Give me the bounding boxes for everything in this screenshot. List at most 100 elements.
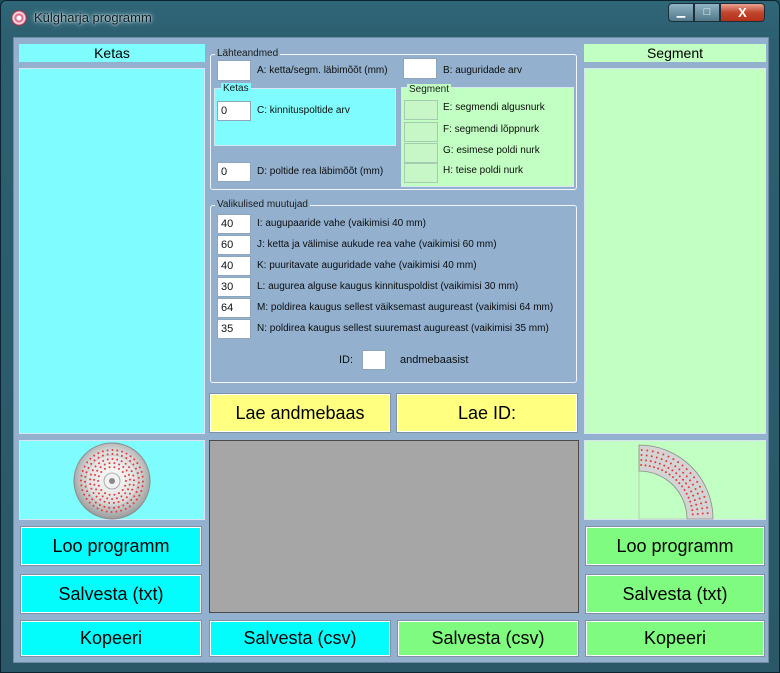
segment-create-program-button[interactable]: Loo programm: [585, 526, 765, 566]
optional-label-2: K: puuritavate auguridade vahe (vaikimis…: [257, 260, 477, 271]
disc-hole: [124, 484, 127, 487]
ketas-header: Ketas: [19, 44, 205, 62]
input-f[interactable]: [404, 122, 438, 142]
disc-hole: [86, 490, 89, 493]
disc-hole: [90, 487, 93, 490]
segment-hole: [693, 476, 696, 479]
segment-save-txt-button[interactable]: Salvesta (txt): [585, 574, 765, 614]
disc-hole: [116, 449, 119, 452]
close-icon: X: [738, 5, 747, 20]
segment-save-csv-button[interactable]: Salvesta (csv): [397, 620, 579, 657]
input-e[interactable]: [404, 100, 438, 120]
disc-hole: [117, 500, 120, 503]
segment-hole: [648, 465, 651, 468]
disc-hole: [86, 461, 89, 464]
close-button[interactable]: X: [720, 3, 765, 22]
segment-hole: [691, 483, 694, 486]
disc-hole: [80, 479, 83, 482]
input-b[interactable]: [403, 58, 437, 79]
load-id-button[interactable]: Lae ID:: [396, 393, 578, 433]
disc-hole: [132, 484, 135, 487]
title-bar[interactable]: Külgharja programm ▁ □ X: [1, 1, 779, 37]
disc-hole: [91, 469, 94, 472]
disc-hole: [89, 457, 92, 460]
disc-hole: [106, 449, 109, 452]
optional-input-4[interactable]: 64: [217, 298, 251, 318]
segment-hole: [657, 467, 660, 470]
disc-hole: [141, 485, 144, 488]
minimize-button[interactable]: ▁: [668, 3, 694, 22]
disc-hole: [97, 492, 100, 495]
input-g[interactable]: [404, 143, 438, 163]
optional-input-1[interactable]: 60: [217, 235, 251, 255]
disc-hole: [127, 488, 130, 491]
load-database-button[interactable]: Lae andmebaas: [209, 393, 391, 433]
ketas-copy-button[interactable]: Kopeeri: [20, 620, 202, 657]
segment-output-box[interactable]: [584, 68, 766, 434]
optional-label-1: J: ketta ja välimise aukude rea vahe (va…: [257, 239, 497, 250]
disc-hole: [122, 504, 125, 507]
optional-input-3[interactable]: 30: [217, 277, 251, 297]
disc-hole: [103, 505, 106, 508]
disc-hole: [91, 498, 94, 501]
segment-hole: [696, 492, 699, 495]
ketas-save-txt-button[interactable]: Salvesta (txt): [20, 574, 202, 614]
segment-hole: [681, 485, 684, 488]
disc-hole: [125, 480, 127, 482]
segment-hole: [687, 486, 690, 489]
segment-copy-button[interactable]: Kopeeri: [585, 620, 765, 657]
disc-hole: [90, 462, 93, 465]
optional-input-0[interactable]: 40: [217, 214, 251, 234]
app-window: Külgharja programm ▁ □ X Ketas Loo progr…: [0, 0, 780, 673]
segment-hole: [691, 513, 694, 516]
label-c: C: kinnituspoltide arv: [257, 105, 350, 116]
disc-hole: [121, 471, 124, 474]
input-data-legend: Lähteandmed: [215, 48, 281, 59]
disc-hole: [110, 510, 113, 513]
segment-hole: [655, 456, 658, 459]
minimize-icon: ▁: [676, 6, 686, 18]
disc-hole: [113, 466, 116, 469]
segment-hole: [665, 460, 668, 463]
segment-hole: [661, 469, 664, 472]
label-e: E: segmendi algusnurk: [443, 102, 545, 113]
disc-hole: [106, 453, 109, 456]
disc-hole: [120, 509, 123, 512]
optional-input-2[interactable]: 40: [217, 256, 251, 276]
ketas-create-program-button[interactable]: Loo programm: [20, 526, 202, 566]
disc-hole: [94, 465, 97, 468]
disc-hole: [125, 457, 128, 460]
id-label: ID:: [339, 354, 354, 366]
segment-hole: [675, 478, 678, 481]
optional-input-5[interactable]: 35: [217, 319, 251, 339]
label-a: A: ketta/segm. läbimõõt (mm): [257, 65, 388, 76]
segment-hole: [649, 460, 652, 463]
segment-hole: [667, 455, 670, 458]
disc-hole: [128, 466, 131, 469]
disc-hole: [93, 459, 96, 462]
input-d[interactable]: 0: [217, 162, 251, 182]
ketas-output-box[interactable]: [19, 68, 205, 434]
disc-hole: [100, 509, 103, 512]
disc-hole: [97, 452, 100, 455]
disc-hole: [95, 495, 98, 498]
disc-hole: [100, 471, 103, 474]
input-h[interactable]: [404, 163, 438, 183]
maximize-button[interactable]: □: [694, 3, 720, 22]
disc-hole: [92, 491, 95, 494]
segment-hole: [668, 473, 671, 476]
disc-hole: [132, 479, 135, 482]
disc-hole: [84, 480, 87, 483]
input-a[interactable]: [217, 60, 251, 81]
disc-hole: [103, 463, 106, 466]
id-input[interactable]: [362, 350, 386, 370]
disc-hole: [118, 463, 121, 466]
disc-hole: [124, 475, 127, 478]
disc-hole: [106, 497, 109, 500]
disc-hole: [111, 449, 114, 452]
segment-hole: [669, 462, 672, 465]
segment-hole: [691, 509, 694, 512]
segment-hole: [701, 490, 704, 493]
ketas-save-csv-button[interactable]: Salvesta (csv): [209, 620, 391, 657]
input-c[interactable]: 0: [217, 101, 251, 121]
